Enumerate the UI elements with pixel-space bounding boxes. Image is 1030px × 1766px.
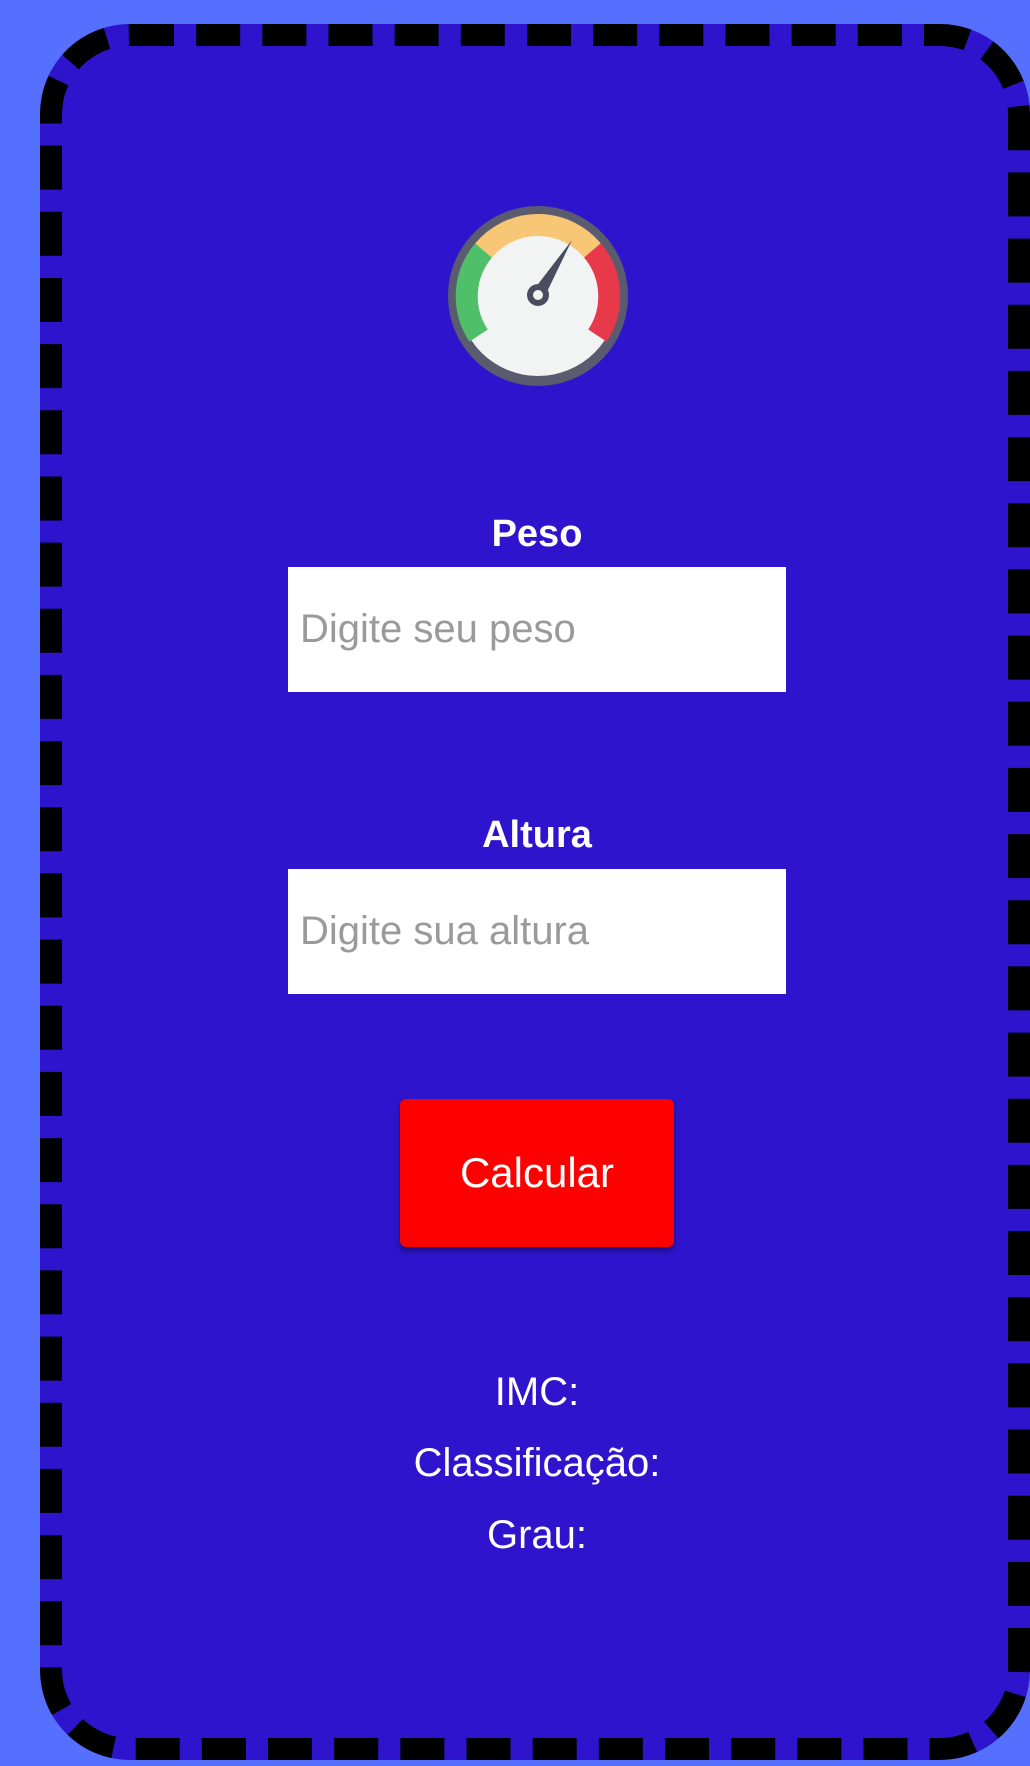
- imc-result: IMC:: [494, 1370, 580, 1414]
- speedometer-gauge-icon: [444, 202, 632, 390]
- classificacao-result: Classificação:: [413, 1441, 661, 1485]
- altura-input[interactable]: [288, 869, 786, 994]
- grau-result: Grau:: [486, 1513, 588, 1557]
- peso-label: Peso: [491, 513, 583, 555]
- altura-label: Altura: [482, 814, 592, 856]
- peso-input[interactable]: [288, 567, 786, 692]
- calcular-button[interactable]: Calcular: [400, 1099, 674, 1247]
